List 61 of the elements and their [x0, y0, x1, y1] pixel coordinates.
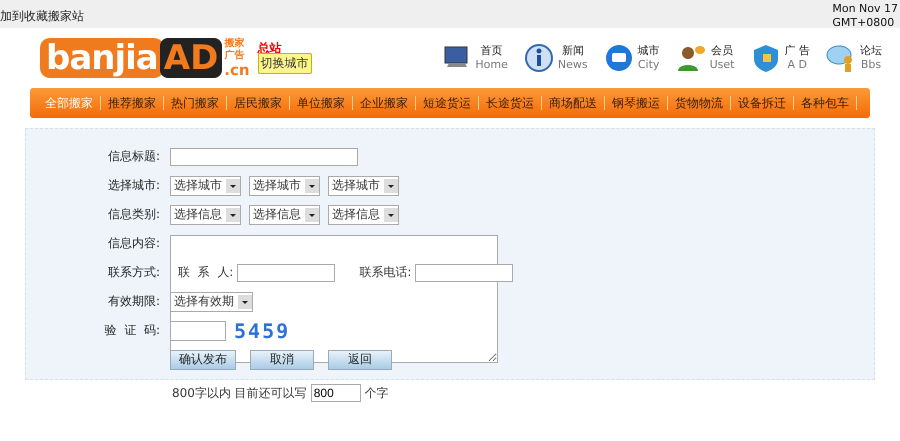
header-link[interactable]: 会员 Uset	[676, 43, 734, 73]
caret-icon	[305, 208, 319, 222]
captcha-image: 5459	[234, 318, 290, 342]
nav-item[interactable]: 长途货运	[479, 96, 542, 110]
caret-icon	[305, 178, 319, 192]
logo-wordmark: banjia	[40, 38, 164, 78]
dropdown[interactable]: 选择信息	[328, 204, 399, 224]
field-label: 有效期限:	[106, 293, 161, 310]
field-label: 联系方式:	[106, 264, 161, 281]
dropdown[interactable]: 选择有效期	[170, 292, 253, 312]
caret-icon	[384, 208, 398, 222]
nav-item[interactable]: 热门搬家	[164, 96, 227, 110]
caret-icon	[226, 208, 240, 222]
nav-item[interactable]: 钢琴搬运	[605, 96, 668, 110]
info-icon	[524, 43, 554, 73]
logo-wordmark-box: AD	[160, 38, 222, 78]
date-text: Mon Nov 17 GMT+0800	[832, 1, 899, 30]
counter-text: 800字以内 目前还可以写	[172, 384, 307, 402]
form-button[interactable]: 取消	[250, 350, 314, 370]
field-label: 信息内容:	[106, 235, 161, 252]
header-link[interactable]: 论坛 Bbs	[826, 43, 882, 73]
counter-field[interactable]: 800	[310, 384, 361, 402]
input-field[interactable]	[237, 264, 336, 282]
header-link[interactable]: 首页 Home	[441, 43, 508, 73]
header-link[interactable]: 广 告 A D	[750, 43, 810, 73]
form-button[interactable]: 返回	[328, 350, 392, 370]
dropdown[interactable]: 选择城市	[249, 176, 320, 196]
switch-city-button[interactable]: 切换城市	[258, 52, 312, 74]
nav-item[interactable]: 单位搬家	[290, 96, 353, 110]
field-label: 信息类别:	[106, 206, 161, 223]
counter-text: 个字	[364, 384, 389, 402]
nav-item[interactable]: 推荐搬家	[101, 96, 164, 110]
nav-item[interactable]: 短途货运	[416, 96, 479, 110]
dropdown[interactable]: 选择城市	[170, 176, 241, 196]
dropdown[interactable]: 选择信息	[249, 204, 320, 224]
nav-item[interactable]: 企业搬家	[353, 96, 416, 110]
field-label: 信息标题:	[106, 148, 161, 165]
field-label: 联 系 人:	[177, 264, 234, 281]
logo-side-text: 搬家 广告 .cn	[224, 38, 250, 78]
form-button[interactable]: 确认发布	[170, 350, 236, 370]
field-label: 验 证 码:	[104, 322, 161, 339]
nav-item[interactable]: 各种包车	[794, 96, 857, 110]
nav-item[interactable]: 货物物流	[668, 96, 731, 110]
header-link[interactable]: 新闻 News	[524, 43, 588, 73]
nav-item[interactable]: 商场配送	[542, 96, 605, 110]
bookmark-link[interactable]: 加到收藏搬家站	[0, 0, 84, 25]
input-field[interactable]	[415, 264, 514, 282]
chat-icon	[604, 43, 634, 73]
caret-icon	[384, 178, 398, 192]
captcha-field[interactable]	[170, 320, 226, 340]
field-label: 联系电话:	[358, 264, 412, 281]
dropdown[interactable]: 选择城市	[328, 176, 399, 196]
input-field[interactable]	[170, 148, 358, 166]
header-link[interactable]: 城市 City	[604, 43, 660, 73]
person-icon	[676, 43, 706, 73]
nav-item[interactable]: 设备拆迁	[731, 96, 794, 110]
dropdown[interactable]: 选择信息	[170, 204, 241, 224]
caret-icon	[238, 294, 252, 308]
nav-item[interactable]: 居民搬家	[227, 96, 290, 110]
field-label: 选择城市:	[106, 177, 161, 194]
caret-icon	[226, 178, 240, 192]
